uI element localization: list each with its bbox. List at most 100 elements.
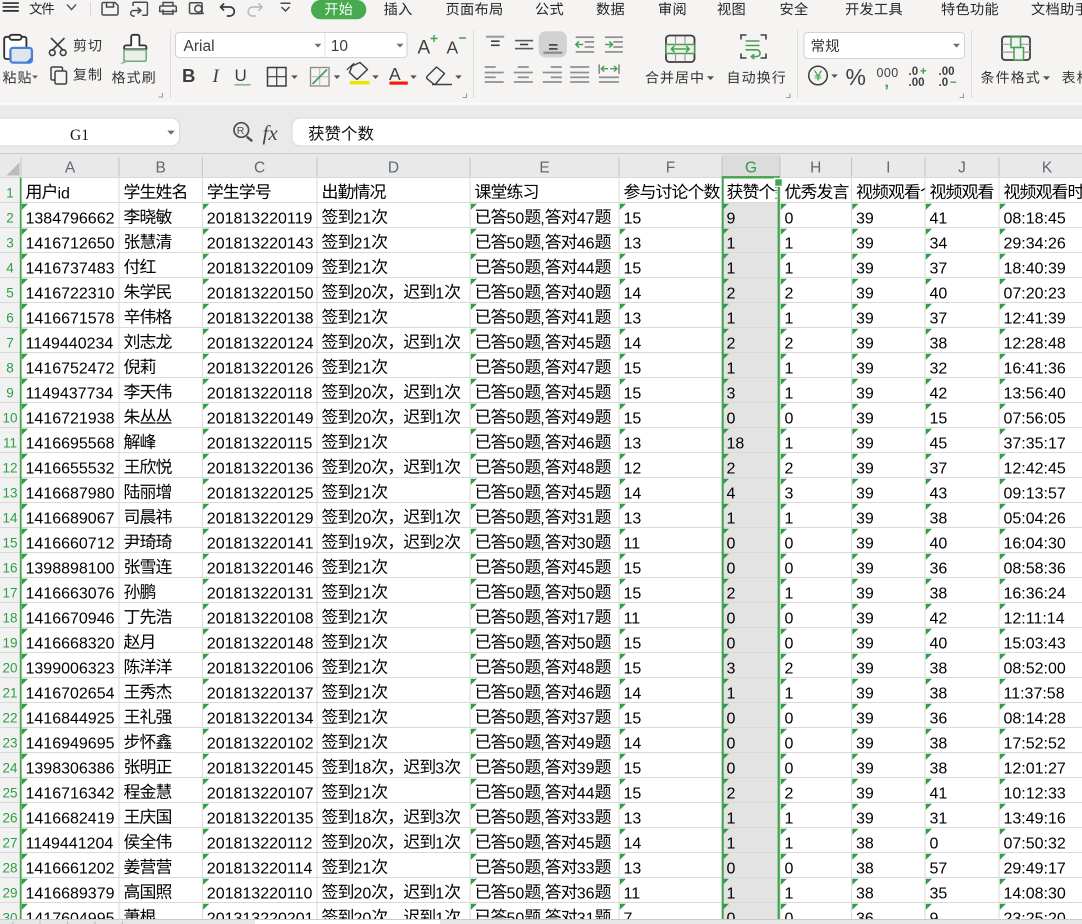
svg-text:3: 3 <box>6 235 14 250</box>
svg-text:,: , <box>540 861 544 878</box>
svg-text:,: , <box>540 286 544 303</box>
svg-text:201813220150: 201813220150 <box>207 286 314 303</box>
svg-text:50: 50 <box>507 386 525 403</box>
svg-text:37: 37 <box>930 461 948 478</box>
svg-text:40: 40 <box>930 536 948 553</box>
svg-text:15: 15 <box>624 261 642 278</box>
svg-text:0: 0 <box>727 536 736 553</box>
svg-text:08:52:00: 08:52:00 <box>1004 661 1066 678</box>
svg-text:46: 46 <box>577 686 595 703</box>
svg-text:50: 50 <box>507 836 525 853</box>
svg-text:,: , <box>540 236 544 253</box>
svg-text:201813220138: 201813220138 <box>207 311 314 328</box>
svg-text:39: 39 <box>856 336 874 353</box>
svg-text:21: 21 <box>354 661 372 678</box>
svg-text:39: 39 <box>856 411 874 428</box>
svg-text:D: D <box>388 160 399 177</box>
svg-text:,: , <box>540 761 544 778</box>
svg-text:21: 21 <box>354 636 372 653</box>
svg-text:50: 50 <box>507 436 525 453</box>
svg-text:1416670946: 1416670946 <box>26 611 115 628</box>
svg-text:0: 0 <box>785 861 794 878</box>
svg-text:48: 48 <box>577 461 595 478</box>
svg-text:2: 2 <box>727 286 736 303</box>
svg-text:34: 34 <box>930 236 948 253</box>
svg-text:38: 38 <box>856 886 874 903</box>
svg-text:H: H <box>810 160 821 177</box>
svg-text:0: 0 <box>727 736 736 753</box>
svg-text:E: E <box>539 160 549 177</box>
svg-text:31: 31 <box>930 811 948 828</box>
svg-text:38: 38 <box>856 861 874 878</box>
svg-text:40: 40 <box>930 286 948 303</box>
svg-text:0: 0 <box>785 211 794 228</box>
svg-text:3: 3 <box>727 386 736 403</box>
svg-text:201813220108: 201813220108 <box>207 611 314 628</box>
svg-text:38: 38 <box>930 761 948 778</box>
svg-text:201813220134: 201813220134 <box>207 711 314 728</box>
svg-text:38: 38 <box>930 686 948 703</box>
svg-text:33: 33 <box>577 861 595 878</box>
svg-text:1: 1 <box>785 886 794 903</box>
svg-text:47: 47 <box>577 211 595 228</box>
svg-text:1: 1 <box>727 836 736 853</box>
svg-text:1416671578: 1416671578 <box>26 311 115 328</box>
svg-text:10:12:33: 10:12:33 <box>1004 786 1066 803</box>
svg-text:08:18:45: 08:18:45 <box>1004 211 1066 228</box>
svg-text:20: 20 <box>354 461 372 478</box>
svg-text:10: 10 <box>331 38 349 55</box>
svg-text:21: 21 <box>354 861 372 878</box>
svg-text:1: 1 <box>435 286 444 303</box>
svg-text:36: 36 <box>577 886 595 903</box>
svg-text:50: 50 <box>507 786 525 803</box>
svg-text:15:03:43: 15:03:43 <box>1004 636 1066 653</box>
svg-text:1: 1 <box>435 336 444 353</box>
svg-text:A: A <box>418 38 431 59</box>
svg-text:8: 8 <box>6 360 14 375</box>
svg-text:39: 39 <box>856 636 874 653</box>
svg-text:0: 0 <box>785 736 794 753</box>
svg-text:2: 2 <box>785 786 794 803</box>
svg-text:20: 20 <box>354 336 372 353</box>
svg-text:50: 50 <box>507 311 525 328</box>
svg-text:21: 21 <box>354 361 372 378</box>
svg-text:,: , <box>540 386 544 403</box>
svg-text:18: 18 <box>2 610 17 625</box>
svg-text:50: 50 <box>507 661 525 678</box>
svg-text:36: 36 <box>930 561 948 578</box>
svg-text:17: 17 <box>2 585 17 600</box>
svg-text:38: 38 <box>930 661 948 678</box>
svg-text:14: 14 <box>624 486 642 503</box>
svg-text:201813220106: 201813220106 <box>207 661 314 678</box>
svg-text:,: , <box>540 261 544 278</box>
svg-text:Arial: Arial <box>184 38 215 55</box>
svg-text:50: 50 <box>507 761 525 778</box>
svg-text:29:49:17: 29:49:17 <box>1004 861 1066 878</box>
svg-text:18: 18 <box>727 436 745 453</box>
svg-text:1416844925: 1416844925 <box>26 711 115 728</box>
svg-text:19: 19 <box>354 536 372 553</box>
svg-text:1416661202: 1416661202 <box>26 861 115 878</box>
svg-text:40: 40 <box>930 636 948 653</box>
svg-text:0: 0 <box>727 761 736 778</box>
svg-text:39: 39 <box>856 511 874 528</box>
svg-text:16:36:24: 16:36:24 <box>1004 586 1066 603</box>
svg-text:35: 35 <box>930 886 948 903</box>
svg-text:13: 13 <box>624 861 642 878</box>
svg-text:21: 21 <box>354 786 372 803</box>
svg-text:22: 22 <box>2 710 17 725</box>
svg-text:201813220126: 201813220126 <box>207 361 314 378</box>
svg-text:A: A <box>65 160 76 177</box>
svg-text:201813220135: 201813220135 <box>207 811 314 828</box>
svg-text:201813220131: 201813220131 <box>207 586 314 603</box>
svg-text:,: , <box>540 736 544 753</box>
svg-text:50: 50 <box>507 211 525 228</box>
svg-text:201813220124: 201813220124 <box>207 336 314 353</box>
svg-text:1: 1 <box>727 361 736 378</box>
svg-text:201813220146: 201813220146 <box>207 561 314 578</box>
svg-text:1: 1 <box>727 236 736 253</box>
svg-text:39: 39 <box>856 611 874 628</box>
svg-text:41: 41 <box>930 786 948 803</box>
svg-text:,: , <box>540 461 544 478</box>
svg-text:26: 26 <box>2 810 17 825</box>
